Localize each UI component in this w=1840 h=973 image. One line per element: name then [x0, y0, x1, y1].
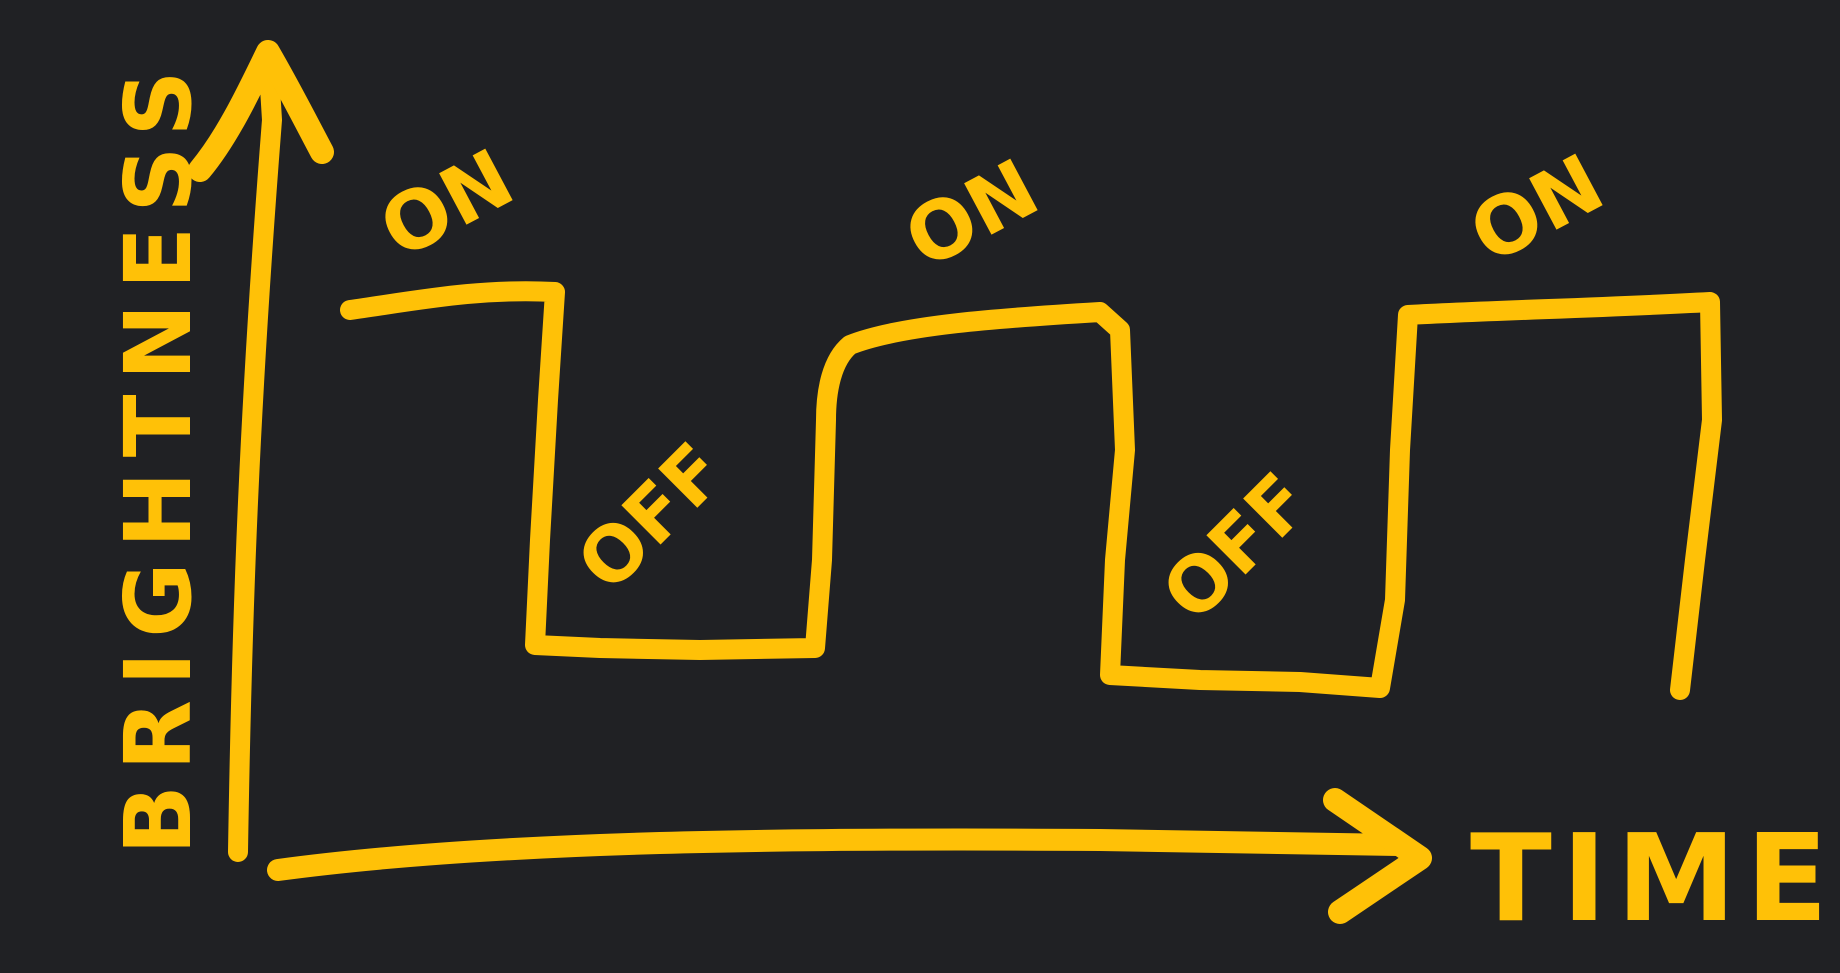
y-axis-label: BRIGHTNESS — [105, 56, 212, 855]
state-label: OFF — [560, 426, 742, 608]
state-label: ON — [365, 131, 528, 276]
x-axis-arrowhead — [1323, 788, 1432, 924]
x-axis-label: TIME — [1470, 810, 1838, 949]
brightness-time-diagram: BRIGHTNESS TIME ON OFF ON OFF ON — [105, 40, 1838, 949]
state-label: ON — [1455, 136, 1618, 281]
y-axis — [188, 40, 334, 862]
y-axis-line — [228, 45, 282, 862]
x-axis-line — [267, 828, 1411, 881]
x-axis — [267, 788, 1432, 924]
state-label: ON — [890, 141, 1053, 286]
square-wave — [340, 281, 1722, 700]
state-label: OFF — [1145, 456, 1327, 638]
